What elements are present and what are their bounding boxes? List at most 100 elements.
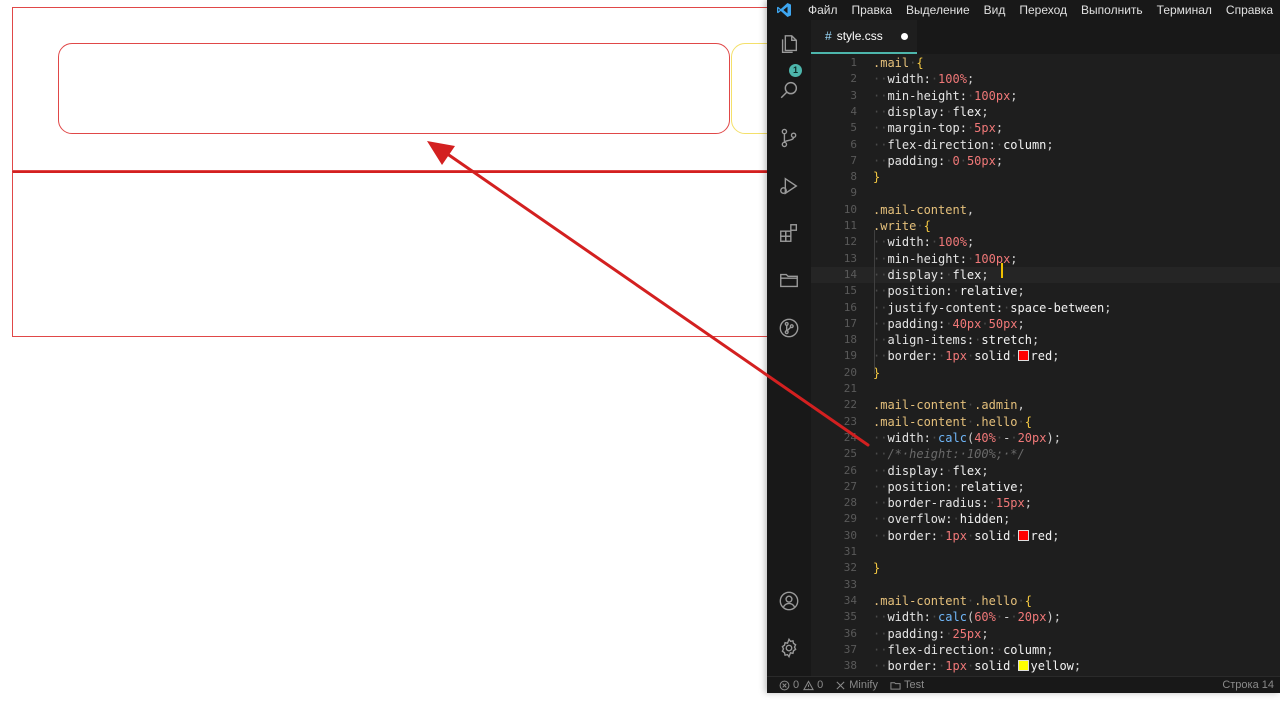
line-number: 30 (843, 528, 857, 542)
code-line[interactable]: 35 ··width:·calc(60%·-·20px); (811, 609, 1280, 625)
code-line[interactable]: 17 ··padding:·40px·50px; (811, 316, 1280, 332)
status-bar: 0 0 Minify Test Строка 14 (767, 676, 1280, 693)
code-text: ··border-radius:·15px; (873, 496, 1032, 511)
line-number: 17 (843, 316, 857, 330)
line-number: 21 (843, 382, 857, 395)
code-line[interactable]: 28 ··border-radius:·15px; (811, 495, 1280, 511)
line-number: 36 (843, 626, 857, 640)
code-line[interactable]: 7 ··padding:·0·50px; (811, 153, 1280, 169)
folder-icon[interactable] (777, 268, 801, 292)
code-line[interactable]: 25 ··/*·height:·100%;·*/ (811, 446, 1280, 462)
line-number: 26 (843, 463, 857, 477)
menu-item-run[interactable]: Выполнить (1074, 0, 1150, 20)
code-line[interactable]: 16 ··justify-content:·space-between; (811, 300, 1280, 316)
code-text: } (873, 170, 881, 185)
test-label: Test (903, 679, 925, 691)
git-graph-icon[interactable] (777, 316, 801, 340)
code-line[interactable]: 9 (811, 185, 1280, 201)
line-number: 4 (850, 104, 857, 118)
code-line[interactable]: 5 ··margin-top:·5px; (811, 120, 1280, 136)
code-line[interactable]: 3 ··min-height:·100px; (811, 88, 1280, 104)
code-line[interactable]: 1 .mail·{ (811, 55, 1280, 71)
minify-button[interactable]: Minify (835, 679, 878, 691)
code-line[interactable]: 22 .mail-content·.admin, (811, 397, 1280, 413)
code-line[interactable]: 27 ··position:·relative; (811, 479, 1280, 495)
unsaved-dot-icon[interactable] (900, 32, 908, 40)
code-line[interactable]: 15 ··position:·relative; (811, 283, 1280, 299)
code-line[interactable]: 11 .write·{ (811, 218, 1280, 234)
code-line[interactable]: 21 (811, 381, 1280, 397)
line-number: 13 (843, 251, 857, 265)
code-line[interactable]: 24 ··width:·calc(40%·-·20px); (811, 430, 1280, 446)
code-text: ··display:·flex; (873, 104, 989, 119)
line-number: 12 (843, 235, 857, 249)
css-file-icon: # (825, 29, 832, 43)
menu-item-selection[interactable]: Выделение (899, 0, 977, 20)
line-number: 22 (843, 398, 857, 412)
code-text: .mail·{ (873, 56, 924, 70)
code-line[interactable]: 10 .mail-content, (811, 202, 1280, 218)
test-folder-icon (890, 681, 901, 690)
code-line[interactable]: 34 .mail-content·.hello·{ (811, 593, 1280, 609)
extensions-icon[interactable] (777, 221, 801, 245)
code-line[interactable]: 37 ··flex-direction:·column; (811, 642, 1280, 658)
line-number: 34 (843, 593, 857, 607)
menu-item-help[interactable]: Справка (1219, 0, 1280, 20)
code-text: ··min-height:·100px; (873, 88, 1018, 103)
source-control-icon[interactable] (777, 126, 801, 150)
menu-item-go[interactable]: Переход (1012, 0, 1074, 20)
line-number: 15 (843, 284, 857, 298)
code-text: ··padding:·25px; (873, 626, 989, 641)
code-line[interactable]: 33 (811, 577, 1280, 593)
menu-item-terminal[interactable]: Терминал (1150, 0, 1219, 20)
settings-gear-icon[interactable] (777, 636, 801, 660)
code-text: ··flex-direction:·column; (873, 137, 1054, 152)
line-number: 23 (843, 414, 857, 428)
search-icon[interactable] (777, 78, 801, 102)
code-line[interactable]: 32} (811, 560, 1280, 576)
code-line[interactable]: 12 ··width:·100%; (811, 234, 1280, 250)
code-line[interactable]: 18 ··align-items:·stretch; (811, 332, 1280, 348)
line-number: 6 (850, 137, 857, 151)
code-line[interactable]: 4 ··display:·flex; (811, 104, 1280, 120)
code-line[interactable]: 26 ··display:·flex; (811, 463, 1280, 479)
line-number: 9 (850, 186, 857, 200)
code-line[interactable]: 13 ··min-height:·100px; (811, 251, 1280, 267)
code-line[interactable]: 31 (811, 544, 1280, 560)
line-number: 28 (843, 496, 857, 510)
code-line[interactable]: 29 ··overflow:·hidden; (811, 511, 1280, 527)
line-number: 19 (843, 349, 857, 363)
menu-bar: Файл Правка Выделение Вид Переход Выполн… (801, 0, 1280, 20)
tab-bar: # style.css (811, 20, 1280, 54)
line-number: 20 (843, 365, 857, 379)
tab-filename: style.css (836, 29, 883, 43)
code-line[interactable]: 38 ··border:·1px·solid· yellow; (811, 658, 1280, 674)
test-button[interactable]: Test (890, 679, 924, 691)
code-text: ··min-height:·100px; (873, 251, 1018, 266)
menu-item-edit[interactable]: Правка (845, 0, 900, 20)
line-number: 31 (843, 545, 857, 558)
minify-icon (836, 680, 845, 690)
code-line[interactable]: 8} (811, 169, 1280, 185)
code-text: } (873, 561, 881, 576)
code-line[interactable]: 20} (811, 365, 1280, 381)
code-line[interactable]: 6 ··flex-direction:·column; (811, 137, 1280, 153)
explorer-icon[interactable] (777, 32, 801, 56)
code-editor[interactable]: 1 .mail·{2 ··width:·100%; 3 ··min-height:·10… (811, 54, 1280, 676)
code-line[interactable]: 19 ··border:·1px·solid· red; (811, 348, 1280, 364)
code-line[interactable]: 2 ··width:·100%; (811, 71, 1280, 87)
account-icon[interactable] (777, 589, 801, 613)
code-line[interactable]: 14 ··display:·flex; (811, 266, 1280, 283)
cursor-position[interactable]: Строка 14 (1222, 677, 1274, 693)
problems-indicator[interactable]: 0 0 (779, 679, 823, 691)
run-debug-icon[interactable] (777, 174, 801, 198)
menu-item-file[interactable]: Файл (801, 0, 845, 20)
tab-style-css[interactable]: # style.css (811, 20, 917, 54)
vscode-window: Файл Правка Выделение Вид Переход Выполн… (767, 0, 1280, 693)
code-line[interactable]: 30 ··border:·1px·solid· red; (811, 528, 1280, 544)
menu-item-view[interactable]: Вид (977, 0, 1013, 20)
warning-count: 0 (817, 679, 824, 691)
code-line[interactable]: 36 ··padding:·25px; (811, 626, 1280, 642)
line-number: 11 (843, 219, 857, 232)
code-line[interactable]: 23 .mail-content·.hello·{ (811, 414, 1280, 430)
